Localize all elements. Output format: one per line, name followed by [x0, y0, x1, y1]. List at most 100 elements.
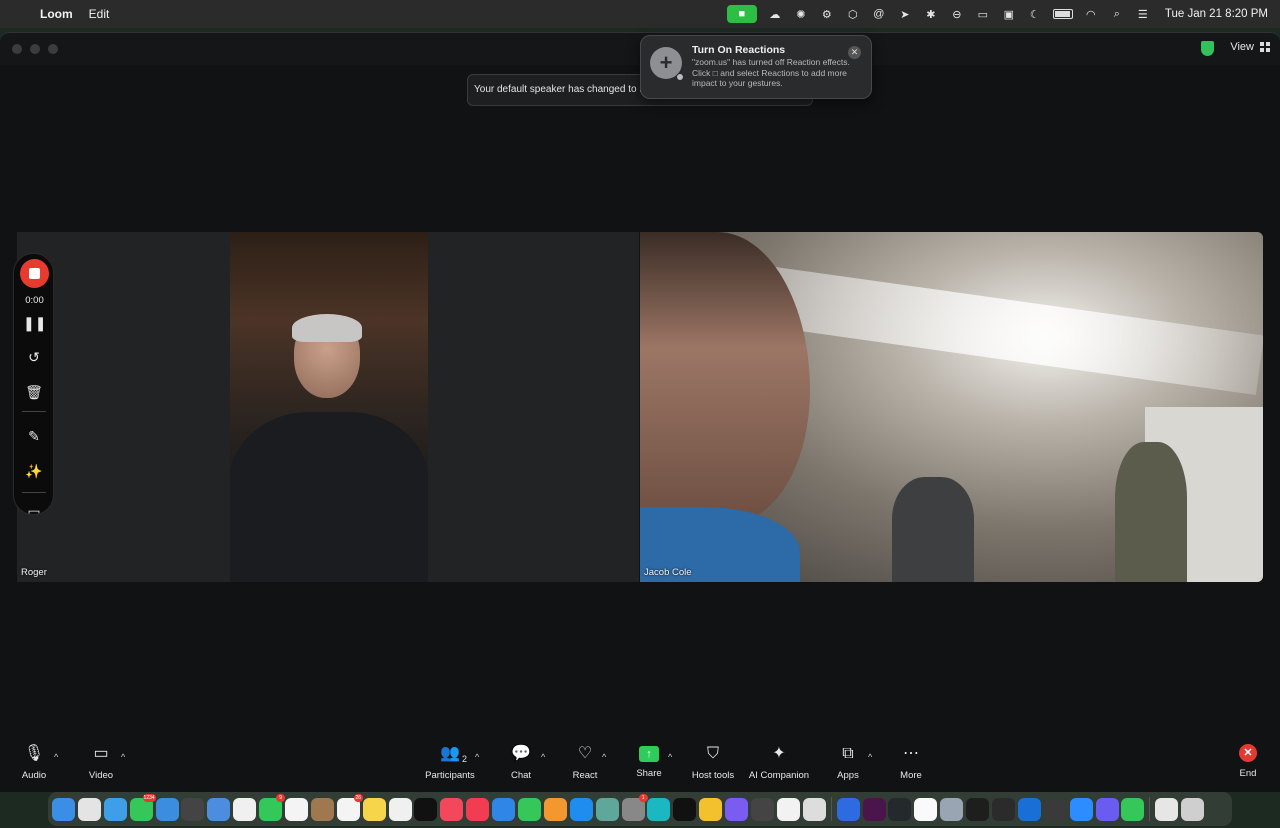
- chat-icon: 💬: [511, 745, 531, 762]
- pause-icon[interactable]: ❚❚: [23, 312, 46, 334]
- preview-icon[interactable]: [802, 797, 826, 821]
- apple-tv-icon[interactable]: [414, 797, 438, 821]
- end-meeting-button[interactable]: ✕ End: [1230, 744, 1266, 788]
- vercel-icon[interactable]: [673, 797, 697, 821]
- asterisk-app-icon[interactable]: [1095, 797, 1119, 821]
- react-options-chevron-icon[interactable]: ^: [602, 752, 606, 762]
- figma-icon[interactable]: [966, 797, 990, 821]
- video-options-chevron-icon[interactable]: ^: [121, 752, 125, 762]
- messages-icon[interactable]: 1234: [129, 793, 156, 821]
- brave-icon[interactable]: ⬡: [845, 7, 861, 21]
- terminal-icon[interactable]: [940, 797, 964, 821]
- ai-companion-button[interactable]: ✦ AI Companion: [746, 744, 812, 788]
- apps-options-chevron-icon[interactable]: ^: [868, 752, 872, 762]
- github-icon[interactable]: [888, 797, 912, 821]
- facetime-icon[interactable]: 9: [259, 793, 286, 821]
- cursor-icon[interactable]: [647, 797, 671, 821]
- circle-minus-icon[interactable]: ⊖: [949, 7, 965, 21]
- notes-brown-icon[interactable]: [310, 797, 334, 821]
- menu-clock[interactable]: Tue Jan 21 8:20 PM: [1165, 8, 1268, 20]
- whatsapp-icon[interactable]: [1121, 797, 1145, 821]
- battery-icon[interactable]: [1052, 9, 1073, 19]
- menu-edit[interactable]: Edit: [89, 7, 110, 21]
- participants-count: 2: [462, 754, 468, 764]
- music-icon[interactable]: [440, 797, 464, 821]
- video-tile-roger[interactable]: Roger: [17, 232, 639, 582]
- video-tile-jacob-cole[interactable]: Jacob Cole: [640, 232, 1263, 582]
- chat-options-chevron-icon[interactable]: ^: [541, 752, 545, 762]
- control-center-icon[interactable]: ☰: [1135, 7, 1151, 21]
- display-icon[interactable]: ▣: [1001, 7, 1017, 21]
- wifi-icon[interactable]: ◠: [1083, 7, 1099, 21]
- openai-icon[interactable]: [751, 797, 775, 821]
- react-button[interactable]: ♡ React: [565, 744, 605, 788]
- chatgpt-dock-icon[interactable]: [181, 797, 205, 821]
- trash-icon[interactable]: 🗑: [23, 381, 45, 403]
- reactions-notification[interactable]: + Turn On Reactions "zoom.us" has turned…: [640, 35, 872, 99]
- menu-app-name[interactable]: Loom: [40, 7, 73, 21]
- restart-icon[interactable]: ↺: [23, 346, 45, 368]
- more-button[interactable]: ⋯ More: [891, 744, 931, 788]
- perplexity-icon[interactable]: ✱: [923, 7, 939, 21]
- share-button[interactable]: ↑ Share: [629, 744, 669, 788]
- camera-icon[interactable]: ▭: [23, 501, 45, 514]
- notes-icon[interactable]: [362, 797, 386, 821]
- layers-icon[interactable]: [1043, 797, 1067, 821]
- minimize-window-button[interactable]: [30, 44, 40, 54]
- audio-options-chevron-icon[interactable]: ^: [54, 752, 58, 762]
- pages-icon[interactable]: [543, 797, 567, 821]
- pin-icon[interactable]: ➤: [897, 7, 913, 21]
- zoom-window-button[interactable]: [48, 44, 58, 54]
- chat-button[interactable]: 💬 Chat: [501, 744, 541, 788]
- apps-button[interactable]: ⧉ Apps: [828, 744, 868, 788]
- cloud-icon[interactable]: ☁: [767, 7, 783, 21]
- moon-icon[interactable]: ☾: [1027, 7, 1043, 21]
- close-icon[interactable]: ✕: [848, 46, 861, 59]
- share-options-chevron-icon[interactable]: ^: [668, 752, 672, 762]
- camera-indicator-icon[interactable]: ■: [726, 5, 757, 23]
- system-settings-icon[interactable]: 1: [621, 793, 648, 821]
- safari-icon[interactable]: [103, 797, 127, 821]
- video-button[interactable]: ▭ Video: [81, 744, 121, 788]
- photos-icon[interactable]: [233, 797, 257, 821]
- audio-bars-icon[interactable]: [991, 797, 1015, 821]
- participants-button[interactable]: 👥 Participants: [420, 744, 480, 788]
- reminders-icon[interactable]: 26: [336, 793, 363, 821]
- stop-recording-button[interactable]: [20, 259, 49, 288]
- 1password-icon[interactable]: [1017, 797, 1041, 821]
- close-window-button[interactable]: [12, 44, 22, 54]
- gmail-icon[interactable]: [776, 797, 800, 821]
- card-icon[interactable]: ▭: [975, 7, 991, 21]
- slack-icon[interactable]: [862, 797, 886, 821]
- gear-icon[interactable]: ⚙: [819, 7, 835, 21]
- effects-wand-icon[interactable]: ✨: [23, 460, 45, 482]
- launchpad-icon[interactable]: [77, 797, 101, 821]
- zoom-icon[interactable]: [1069, 797, 1093, 821]
- news-icon[interactable]: [466, 797, 490, 821]
- chrome-icon[interactable]: [699, 797, 723, 821]
- participants-options-chevron-icon[interactable]: ^: [475, 752, 479, 762]
- pencil-icon[interactable]: ✎: [23, 425, 45, 447]
- end-x-icon: ✕: [1239, 744, 1257, 762]
- keynote-icon[interactable]: [492, 797, 516, 821]
- encryption-shield-icon[interactable]: [1201, 41, 1214, 56]
- trash-icon[interactable]: [1181, 797, 1205, 821]
- chatgpt-app-icon[interactable]: [595, 797, 619, 821]
- chatgpt-desktop-icon[interactable]: [914, 797, 938, 821]
- numbers-icon[interactable]: [518, 797, 542, 821]
- search-icon[interactable]: ⌕: [1109, 7, 1125, 21]
- at-icon[interactable]: @: [871, 7, 887, 21]
- chatgpt-icon[interactable]: ✺: [793, 7, 809, 21]
- calendar-icon[interactable]: [285, 797, 309, 821]
- view-button[interactable]: View: [1230, 41, 1270, 53]
- mail-icon[interactable]: [155, 797, 179, 821]
- app-store-icon[interactable]: [569, 797, 593, 821]
- messenger-icon[interactable]: [725, 797, 749, 821]
- freeform-icon[interactable]: [388, 797, 412, 821]
- audio-button[interactable]: 🎙 Audio: [14, 744, 54, 788]
- host-tools-button[interactable]: ⛉ Host tools: [687, 744, 739, 788]
- mindmap-icon[interactable]: [836, 797, 860, 821]
- maps-icon[interactable]: [207, 797, 231, 821]
- finder-icon[interactable]: [52, 797, 75, 821]
- downloads-folder-icon[interactable]: [1155, 797, 1179, 821]
